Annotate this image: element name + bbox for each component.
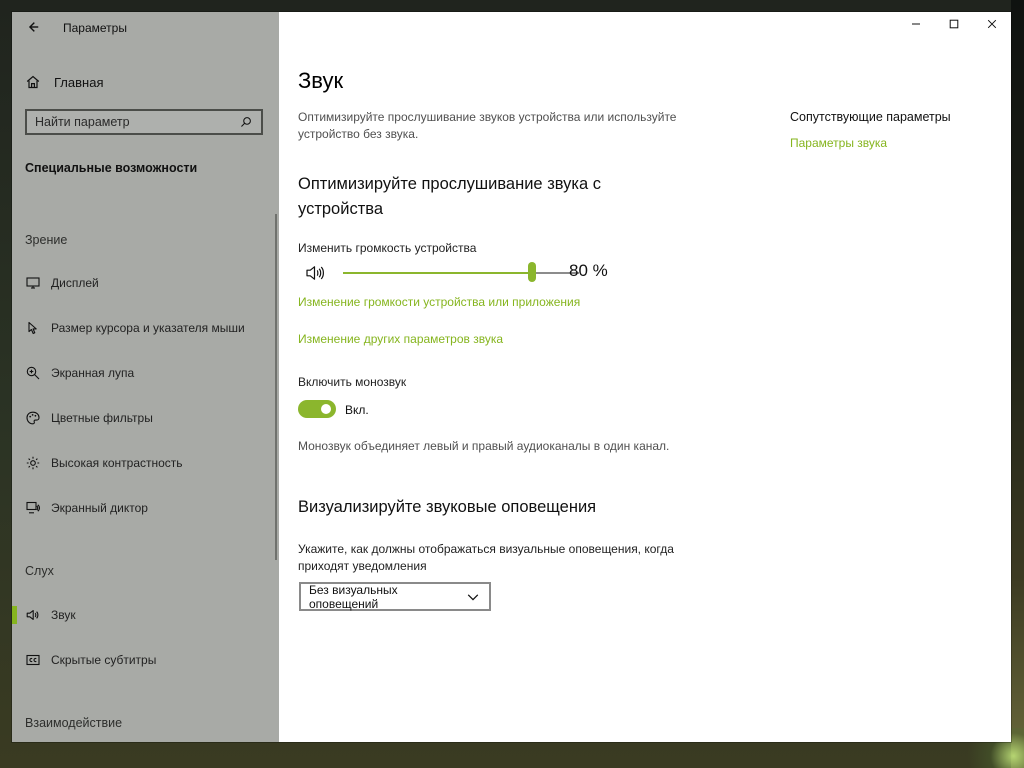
sidebar-home[interactable]: Главная <box>24 68 264 96</box>
page-title: Звук <box>298 68 344 93</box>
maximize-icon <box>948 17 960 35</box>
close-icon <box>986 17 998 35</box>
volume-label: Изменить громкость устройства <box>298 241 477 255</box>
high-contrast-icon <box>24 454 42 472</box>
narrator-icon <box>24 499 42 517</box>
sidebar-item-high-contrast[interactable]: Высокая контрастность <box>12 445 274 481</box>
sidebar-item-label: Экранная лупа <box>51 366 135 380</box>
page-description: Оптимизируйте прослушивание звуков устро… <box>298 110 677 141</box>
sidebar-item-magnifier[interactable]: Экранная лупа <box>12 355 274 391</box>
related-settings-title: Сопутствующие параметры <box>790 110 951 124</box>
volume-slider[interactable] <box>343 261 579 285</box>
related-settings: Сопутствующие параметры Параметры звука <box>790 109 1000 151</box>
sidebar-section-interaction: Взаимодействие <box>25 716 123 730</box>
section-heading-visual-notifications: Визуализируйте звуковые оповещения <box>298 498 597 516</box>
mono-audio-toggle-row: Вкл. <box>298 398 548 422</box>
section-heading-optimize: Оптимизируйте прослушивание звука с устр… <box>298 175 602 218</box>
window-controls <box>897 12 1011 44</box>
sidebar-home-label: Главная <box>54 74 104 90</box>
cursor-icon <box>24 319 42 337</box>
speaker-icon <box>304 262 328 284</box>
sidebar-scrollbar[interactable] <box>275 214 277 560</box>
sidebar-section-vision: Зрение <box>25 233 68 247</box>
sidebar-item-label: Дисплей <box>51 276 99 290</box>
toggle-knob <box>321 404 331 414</box>
chevron-down-icon <box>466 590 480 604</box>
sidebar-item-label: Экранный диктор <box>51 501 148 515</box>
sidebar: Параметры Главная Специальные возмож <box>12 12 279 742</box>
back-arrow-icon <box>26 20 40 39</box>
sidebar-item-label: Размер курсора и указателя мыши <box>51 321 245 335</box>
volume-slider-thumb[interactable] <box>527 262 536 282</box>
home-icon <box>24 73 42 91</box>
link-change-app-volume[interactable]: Изменение громкости устройства или прило… <box>298 295 580 309</box>
closed-captions-icon <box>24 651 42 669</box>
sidebar-category-title: Специальные возможности <box>25 161 198 175</box>
desktop-background-strip <box>1011 0 1024 768</box>
sidebar-item-audio[interactable]: Звук <box>12 597 274 633</box>
mono-audio-toggle[interactable] <box>298 400 336 418</box>
sidebar-item-display[interactable]: Дисплей <box>12 265 274 301</box>
related-link-sound-settings[interactable]: Параметры звука <box>790 135 1000 151</box>
speaker-icon <box>24 606 42 624</box>
sidebar-titlebar: Параметры <box>12 12 279 44</box>
sidebar-section-hearing: Слух <box>25 564 54 578</box>
search-input[interactable] <box>35 115 235 129</box>
toggle-state-label: Вкл. <box>345 403 369 417</box>
main-content: Звук Оптимизируйте прослушивание звуков … <box>279 12 1011 742</box>
sidebar-item-closed-captions[interactable]: Скрытые субтитры <box>12 642 274 678</box>
search-icon[interactable] <box>239 115 253 129</box>
maximize-button[interactable] <box>935 12 973 40</box>
mono-audio-label: Включить монозвук <box>298 375 407 389</box>
minimize-button[interactable] <box>897 12 935 40</box>
sidebar-item-label: Звук <box>51 608 76 622</box>
sidebar-item-label: Высокая контрастность <box>51 456 183 470</box>
close-button[interactable] <box>973 12 1011 40</box>
search-box[interactable] <box>25 109 263 135</box>
dropdown-selected-value: Без визуальных оповещений <box>309 582 398 611</box>
volume-slider-fill <box>343 272 532 274</box>
mono-audio-description: Монозвук объединяет левый и правый аудио… <box>298 439 670 453</box>
minimize-icon <box>910 17 922 35</box>
volume-value: 80 % <box>569 261 608 280</box>
sidebar-item-label: Скрытые субтитры <box>51 653 157 667</box>
link-other-sound-settings[interactable]: Изменение других параметров звука <box>298 332 503 346</box>
palette-icon <box>24 409 42 427</box>
volume-control: 80 % <box>298 261 658 285</box>
sidebar-item-narrator[interactable]: Экранный диктор <box>12 490 274 526</box>
app-title: Параметры <box>63 21 127 35</box>
sidebar-item-color-filters[interactable]: Цветные фильтры <box>12 400 274 436</box>
visual-notifications-dropdown[interactable]: Без визуальных оповещений <box>299 582 491 611</box>
settings-window: Параметры Главная Специальные возмож <box>12 12 1011 742</box>
visual-notifications-description: Укажите, как должны отображаться визуаль… <box>298 542 674 573</box>
magnifier-icon <box>24 364 42 382</box>
sidebar-item-label: Цветные фильтры <box>51 411 153 425</box>
sidebar-item-cursor[interactable]: Размер курсора и указателя мыши <box>12 310 274 346</box>
back-button[interactable] <box>22 18 44 40</box>
monitor-icon <box>24 274 42 292</box>
